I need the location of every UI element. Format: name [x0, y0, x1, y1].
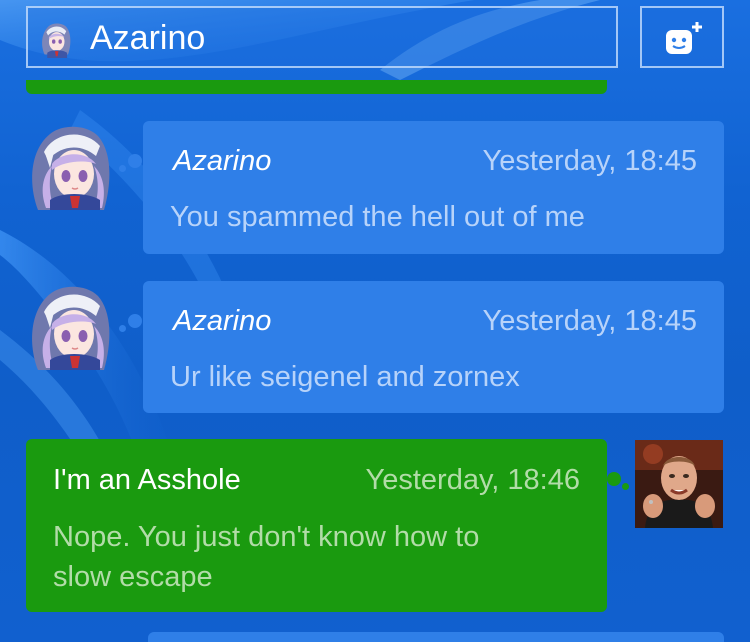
man-photo-avatar-icon[interactable] — [635, 440, 723, 528]
message-text: Ur like seigenel and zornex — [170, 361, 520, 393]
message-timestamp: Yesterday, 18:46 — [365, 464, 580, 496]
message-timestamp: Yesterday, 18:45 — [482, 145, 697, 177]
bubble-tail — [607, 472, 621, 486]
anime-girl-avatar-icon[interactable] — [24, 122, 112, 210]
bubble-tail-dot — [622, 483, 629, 490]
bubble-tail — [128, 314, 142, 328]
add-participant-button[interactable] — [640, 6, 724, 68]
anime-girl-avatar-icon — [36, 20, 74, 58]
add-person-icon — [666, 22, 702, 54]
conversation-title: Azarino — [90, 19, 206, 57]
incoming-message-bubble[interactable]: Azarino Yesterday, 18:45 Ur like seigene… — [143, 281, 724, 413]
chat-header: Azarino — [0, 0, 750, 82]
message-text: Nope. You just don't know how to slow es… — [53, 521, 480, 593]
conversation-title-box[interactable]: Azarino — [26, 6, 618, 68]
message-sender: Azarino — [173, 145, 272, 177]
message-text: You spammed the hell out of me — [170, 201, 585, 233]
incoming-message-bubble[interactable]: Azarino Yesterday, 18:45 You spammed the… — [143, 121, 724, 254]
bubble-tail — [128, 154, 142, 168]
next-message-bubble-edge — [148, 632, 724, 642]
bubble-tail-dot — [119, 325, 126, 332]
anime-girl-avatar-icon[interactable] — [24, 282, 112, 370]
message-sender: Azarino — [173, 305, 272, 337]
outgoing-message-bubble[interactable]: I'm an Asshole Yesterday, 18:46 Nope. Yo… — [26, 439, 607, 612]
message-sender: I'm an Asshole — [53, 464, 241, 496]
bubble-tail-dot — [119, 165, 126, 172]
message-timestamp: Yesterday, 18:45 — [482, 305, 697, 337]
previous-message-bubble-edge — [26, 80, 607, 94]
